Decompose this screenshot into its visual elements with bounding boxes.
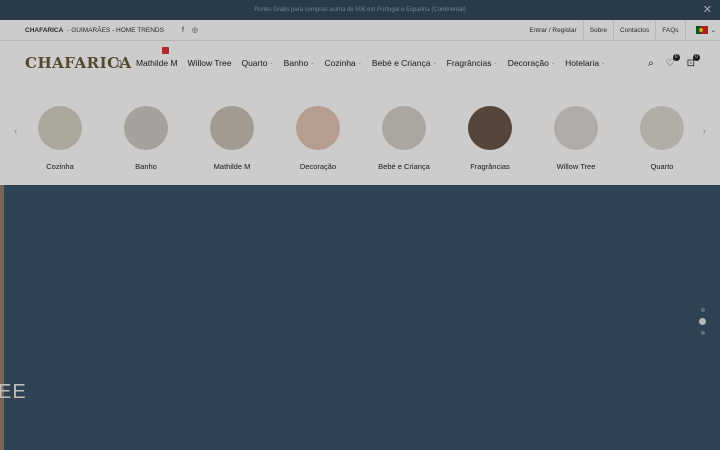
chevron-down-icon: ⌄ — [310, 60, 315, 66]
store-icon[interactable]: ▯ — [117, 58, 122, 69]
topbar-brand: CHAFARICA - GUIMARÃES - HOME TRENDS f ◎ — [25, 26, 198, 35]
search-icon[interactable]: ⌕ — [648, 58, 654, 69]
category-carousel: ‹ › Cozinha Banho Mathilde M Decoração Bebé … — [0, 85, 720, 187]
nav-item-decora-o[interactable]: Decoração ⌄ — [508, 58, 555, 68]
category-label: Banho — [135, 162, 157, 171]
nav-item-quarto[interactable]: Quarto ⌄ — [241, 58, 273, 68]
category-image[interactable] — [554, 106, 598, 150]
category-image[interactable] — [296, 106, 340, 150]
chevron-down-icon: ⌄ — [710, 27, 716, 34]
slider-dots — [699, 308, 706, 335]
main-nav: ▯ Mathilde M Willow Tree Quarto ⌄ Banho ⌄ Cozi… — [117, 47, 605, 69]
category-item[interactable]: Cozinha — [30, 106, 90, 171]
chevron-down-icon: ⌄ — [493, 60, 498, 66]
instagram-icon[interactable]: ◎ — [192, 26, 198, 34]
category-item[interactable]: Mathilde M — [202, 106, 262, 171]
language-selector[interactable]: ⌄ — [684, 20, 720, 40]
cart-count: 0 — [693, 53, 700, 61]
hero-slider: EE — [0, 185, 720, 450]
nav-item-mathilde-m[interactable]: Mathilde M — [135, 47, 178, 68]
category-item[interactable]: Quarto — [632, 106, 692, 171]
promo-text: Portes Grátis para compras acima de 50€ … — [254, 7, 466, 13]
category-image[interactable] — [640, 106, 684, 150]
new-badge — [161, 47, 169, 54]
category-image[interactable] — [124, 106, 168, 150]
category-item[interactable]: Fragrâncias — [460, 106, 520, 171]
nav-item-label: Mathilde M — [135, 58, 178, 68]
wishlist-count: 0 — [672, 53, 680, 61]
category-image[interactable] — [38, 106, 82, 150]
login-register-link[interactable]: Entrar / Registar — [523, 20, 582, 40]
slider-dot[interactable] — [699, 318, 706, 325]
promo-bar: Portes Grátis para compras acima de 50€ … — [0, 0, 720, 20]
nav-item-label: Cozinha — [324, 58, 356, 68]
category-item[interactable]: Decoração — [288, 106, 348, 171]
nav-item-label: Willow Tree — [187, 58, 232, 68]
carousel-next-icon[interactable]: › — [703, 126, 706, 137]
site-logo[interactable]: CHAFARICA — [25, 54, 131, 72]
portugal-flag-icon — [695, 26, 708, 34]
social-links: f ◎ — [182, 26, 198, 35]
nav-item-label: Fragrâncias — [446, 58, 492, 68]
category-label: Cozinha — [46, 162, 74, 171]
nav-item-label: Quarto — [241, 58, 268, 68]
nav-item-beb-e-crian-a[interactable]: Bebé e Criança ⌄ — [372, 58, 437, 68]
category-image[interactable] — [382, 106, 426, 150]
nav-item-label: Hotelaria — [565, 58, 600, 68]
category-label: Mathilde M — [213, 162, 251, 171]
nav-item-fragr-ncias[interactable]: Fragrâncias ⌄ — [447, 58, 498, 68]
nav-item-hotelaria[interactable]: Hotelaria ⌄ — [565, 58, 605, 68]
facebook-icon[interactable]: f — [182, 27, 184, 34]
chevron-down-icon: ⌄ — [269, 60, 274, 66]
chevron-down-icon: ⌄ — [601, 60, 606, 66]
faqs-link[interactable]: FAQs — [655, 20, 684, 40]
hero-text: EE — [0, 381, 27, 403]
nav-item-label: Decoração — [507, 58, 549, 68]
topbar-brand-name: CHAFARICA — [25, 26, 64, 34]
category-item[interactable]: Bebé e Criança — [374, 106, 434, 171]
chevron-down-icon: ⌄ — [357, 60, 362, 66]
topbar-links: Entrar / Registar Sobre Contactos FAQs ⌄ — [523, 20, 720, 40]
category-item[interactable]: Willow Tree — [546, 106, 606, 171]
category-label: Bebé e Criança — [378, 162, 430, 171]
slider-dot[interactable] — [700, 331, 705, 335]
category-label: Fragrâncias — [470, 162, 510, 171]
wishlist-icon[interactable]: ♡ 0 — [666, 53, 680, 69]
topbar: CHAFARICA - GUIMARÃES - HOME TRENDS f ◎ … — [0, 20, 720, 41]
category-label: Quarto — [650, 162, 674, 171]
nav-item-label: Banho — [283, 58, 309, 68]
nav-item-label: Bebé e Criança — [371, 58, 431, 68]
nav-item-banho[interactable]: Banho ⌄ — [284, 58, 315, 68]
chevron-down-icon: ⌄ — [550, 60, 556, 66]
about-link[interactable]: Sobre — [582, 20, 613, 40]
nav-item-willow-tree[interactable]: Willow Tree — [188, 58, 232, 68]
category-item[interactable]: Banho — [116, 106, 176, 171]
slider-dot[interactable] — [700, 308, 705, 312]
nav-items: Mathilde M Willow Tree Quarto ⌄ Banho ⌄ Cozinh… — [135, 47, 605, 68]
contacts-link[interactable]: Contactos — [613, 20, 655, 40]
header-actions: ⌕ ♡ 0 ⊡ 0 — [648, 53, 700, 69]
category-label: Decoração — [299, 162, 337, 171]
category-label: Willow Tree — [556, 162, 596, 171]
chevron-down-icon: ⌄ — [432, 60, 437, 66]
nav-item-cozinha[interactable]: Cozinha ⌄ — [324, 58, 361, 68]
carousel-prev-icon[interactable]: ‹ — [14, 126, 17, 137]
category-image[interactable] — [468, 106, 512, 150]
category-image[interactable] — [210, 106, 254, 150]
topbar-tagline: - GUIMARÃES - HOME TRENDS — [67, 26, 164, 34]
cart-icon[interactable]: ⊡ 0 — [687, 53, 700, 69]
close-promo-icon[interactable]: ✕ — [703, 3, 712, 17]
main-header: CHAFARICA ▯ Mathilde M Willow Tree Quarto ⌄… — [0, 41, 720, 85]
